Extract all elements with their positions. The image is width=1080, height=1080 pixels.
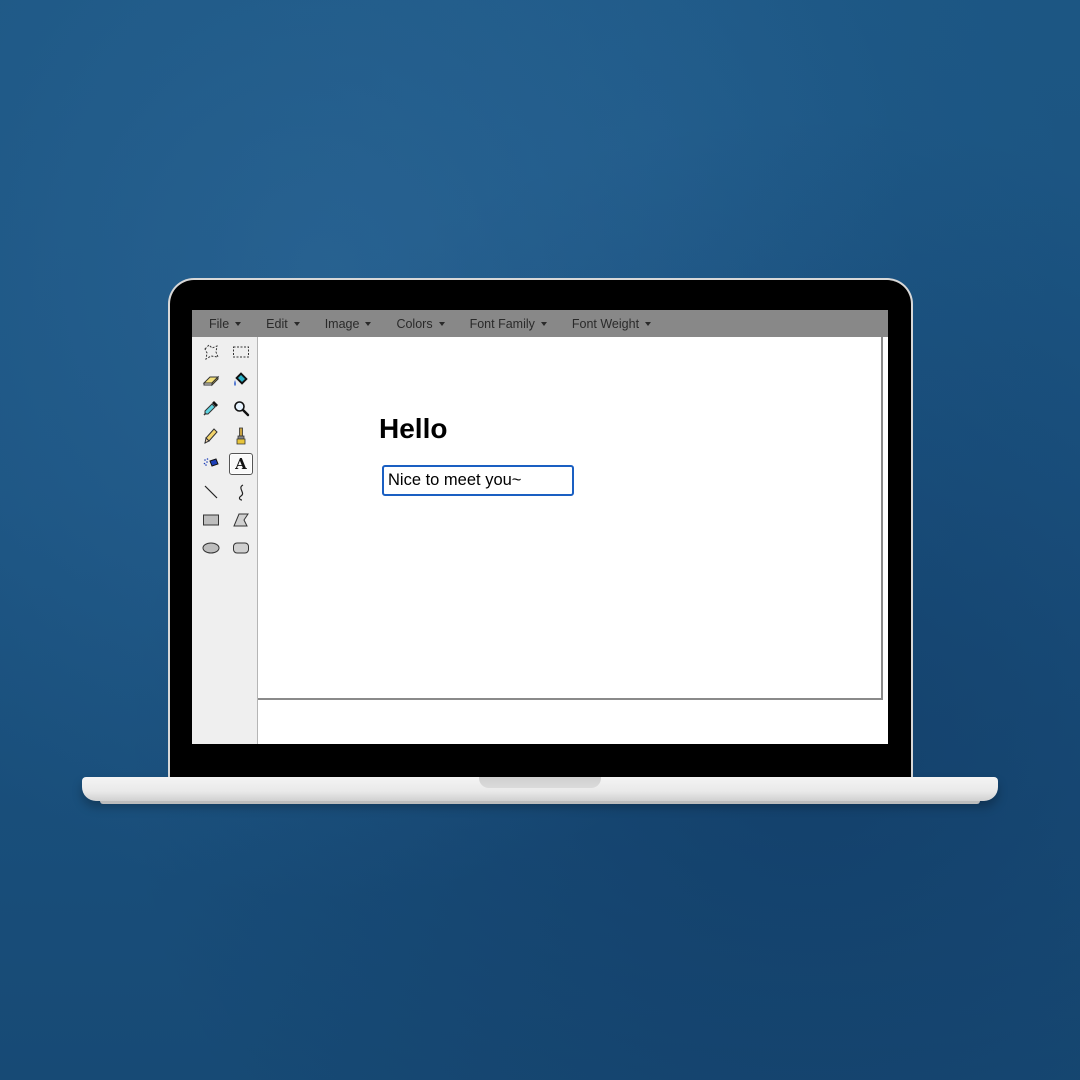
text-tool-icon: A	[235, 454, 247, 473]
menu-edit[interactable]: Edit	[262, 310, 304, 337]
menu-file-label: File	[209, 316, 230, 331]
tool-rectangle-select[interactable]	[229, 341, 253, 363]
laptop-base	[82, 777, 998, 801]
airbrush-icon	[203, 458, 219, 467]
chevron-down-icon	[438, 321, 445, 326]
tool-color-picker[interactable]	[199, 397, 223, 419]
rectangle-icon	[203, 514, 219, 526]
line-icon	[204, 485, 218, 499]
app-window: File Edit Image Colors Font Family Font …	[192, 310, 888, 744]
chevron-down-icon	[540, 321, 547, 326]
tool-line[interactable]	[199, 481, 223, 503]
tool-brush[interactable]	[229, 425, 253, 447]
menu-font-family[interactable]: Font Family	[466, 310, 551, 337]
curve-icon	[238, 484, 244, 501]
ellipse-icon	[202, 542, 220, 554]
rounded-rectangle-icon	[233, 542, 249, 554]
menu-font-weight-label: Font Weight	[571, 316, 640, 331]
menu-file[interactable]: File	[205, 310, 245, 337]
menu-colors-label: Colors	[396, 316, 433, 331]
tool-fill[interactable]	[229, 369, 253, 391]
tool-rectangle[interactable]	[199, 509, 223, 531]
tool-pencil[interactable]	[199, 425, 223, 447]
polygon-icon	[233, 513, 249, 527]
chevron-down-icon	[645, 321, 652, 326]
color-picker-icon	[203, 401, 218, 416]
tool-polygon[interactable]	[229, 509, 253, 531]
tool-ellipse[interactable]	[199, 537, 223, 559]
menu-image[interactable]: Image	[321, 310, 376, 337]
menu-font-weight[interactable]: Font Weight	[568, 310, 655, 337]
tool-curve[interactable]	[229, 481, 253, 503]
chevron-down-icon	[365, 321, 372, 326]
canvas-heading-text: Hello	[379, 413, 448, 444]
menu-font-family-label: Font Family	[469, 316, 535, 331]
menu-colors[interactable]: Colors	[392, 310, 448, 337]
tool-text[interactable]: A	[229, 453, 253, 475]
eraser-icon	[202, 375, 220, 387]
brush-icon	[236, 427, 246, 445]
tool-free-form-select[interactable]	[199, 341, 223, 363]
tool-airbrush[interactable]	[199, 453, 223, 475]
menu-edit-label: Edit	[266, 316, 288, 331]
chevron-down-icon	[293, 321, 300, 326]
tool-box: A	[192, 337, 258, 744]
magnifier-icon	[234, 401, 250, 417]
tool-eraser[interactable]	[199, 369, 223, 391]
tool-rounded-rectangle[interactable]	[229, 537, 253, 559]
drawing-canvas[interactable]: Hello	[258, 337, 883, 700]
laptop-notch	[479, 777, 601, 788]
menu-bar: File Edit Image Colors Font Family Font …	[192, 310, 888, 337]
pencil-icon	[204, 428, 218, 444]
fill-bucket-icon	[234, 372, 248, 386]
canvas-text-input[interactable]	[382, 465, 574, 496]
rectangle-select-icon	[233, 346, 249, 358]
tool-magnifier[interactable]	[229, 397, 253, 419]
laptop-base-edge	[100, 801, 980, 804]
menu-image-label: Image	[324, 316, 360, 331]
canvas-area: Hello	[258, 337, 888, 744]
chevron-down-icon	[235, 321, 242, 326]
free-form-select-icon	[204, 344, 219, 360]
